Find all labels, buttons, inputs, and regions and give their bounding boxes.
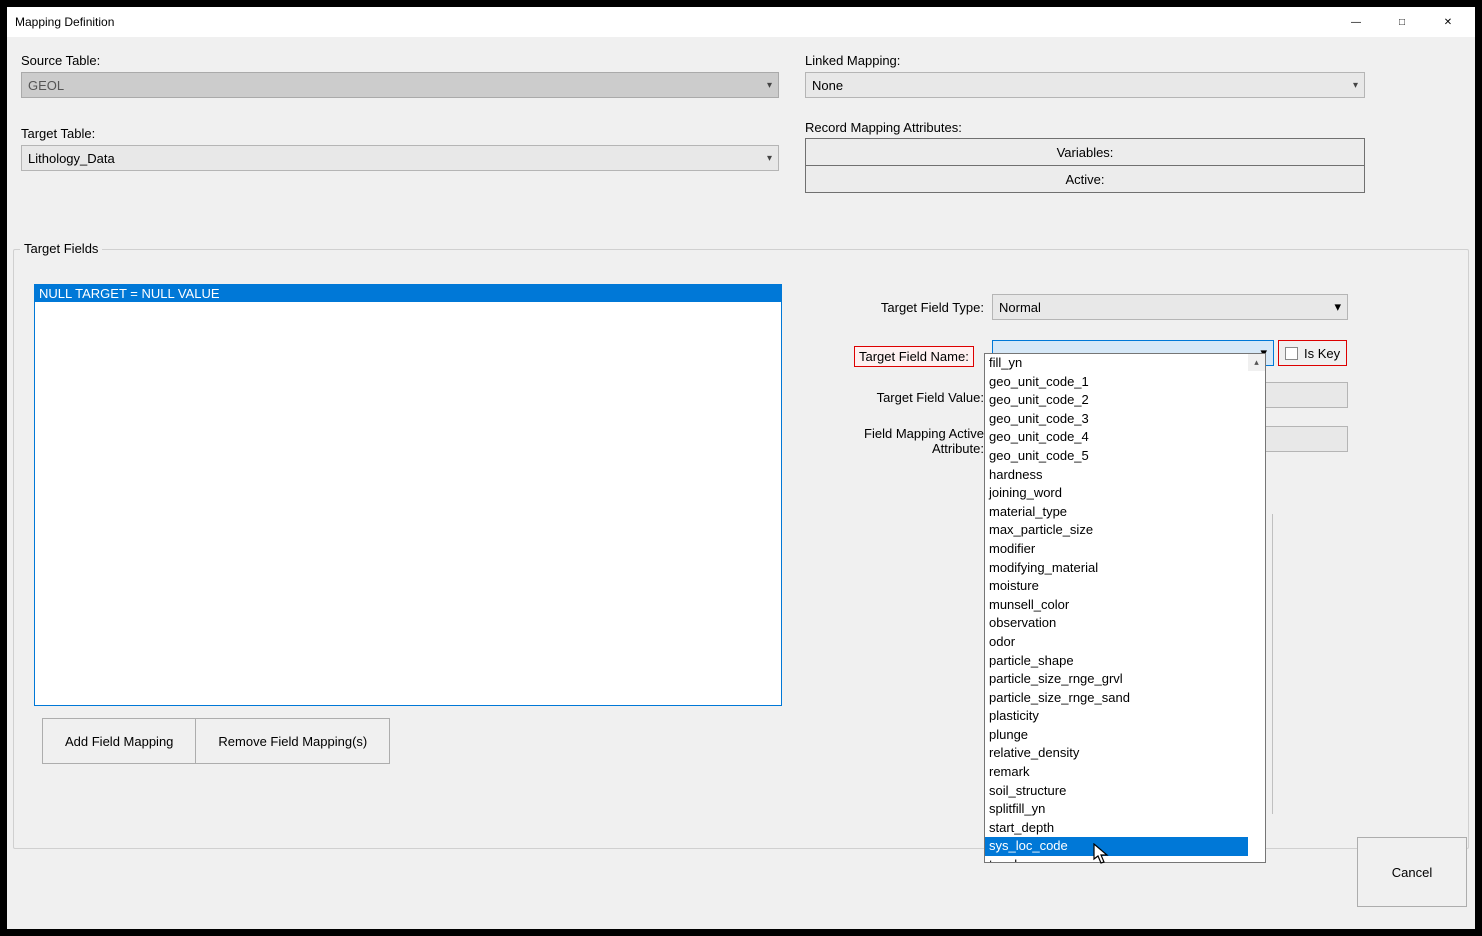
dropdown-option[interactable]: plunge <box>985 726 1248 745</box>
linked-mapping-panel: Linked Mapping: None ▾ Record Mapping At… <box>797 43 1373 237</box>
target-field-type-label: Target Field Type: <box>824 300 984 315</box>
dropdown-option[interactable]: geo_unit_code_5 <box>985 447 1248 466</box>
field-mapping-active-label: Field Mapping Active Attribute: <box>814 426 984 456</box>
target-field-type-select[interactable]: Normal ▾ <box>992 294 1348 320</box>
mapping-button-row: Add Field Mapping Remove Field Mapping(s… <box>42 718 390 764</box>
is-key-container[interactable]: Is Key <box>1278 340 1347 366</box>
minimize-button[interactable]: — <box>1333 7 1379 37</box>
field-mapping-listbox[interactable]: NULL TARGET = NULL VALUE <box>34 284 782 706</box>
dropdown-option[interactable]: geo_unit_code_1 <box>985 373 1248 392</box>
cancel-button[interactable]: Cancel <box>1357 837 1467 907</box>
dropdown-option[interactable]: geo_unit_code_3 <box>985 410 1248 429</box>
dropdown-option[interactable]: modifying_material <box>985 559 1248 578</box>
close-button[interactable]: ✕ <box>1425 7 1471 37</box>
dropdown-option[interactable]: fill_yn <box>985 354 1248 373</box>
dropdown-option[interactable]: modifier <box>985 540 1248 559</box>
cancel-label: Cancel <box>1392 865 1432 880</box>
dropdown-option[interactable]: soil_structure <box>985 782 1248 801</box>
target-table-value: Lithology_Data <box>28 151 115 166</box>
target-table-label: Target Table: <box>21 126 779 141</box>
linked-mapping-label: Linked Mapping: <box>805 53 1365 68</box>
dropdown-option[interactable]: particle_shape <box>985 652 1248 671</box>
dropdown-option[interactable]: joining_word <box>985 484 1248 503</box>
dropdown-option[interactable]: munsell_color <box>985 596 1248 615</box>
dropdown-option[interactable]: moisture <box>985 577 1248 596</box>
add-field-mapping-button[interactable]: Add Field Mapping <box>42 718 196 764</box>
record-mapping-attributes-label: Record Mapping Attributes: <box>805 120 1365 135</box>
target-fields-legend: Target Fields <box>20 241 102 256</box>
dropdown-option[interactable]: remark <box>985 763 1248 782</box>
dropdown-option[interactable]: geo_unit_code_4 <box>985 428 1248 447</box>
is-key-label: Is Key <box>1304 346 1340 361</box>
scroll-up-icon[interactable]: ▴ <box>1248 354 1265 371</box>
dropdown-option[interactable]: odor <box>985 633 1248 652</box>
variables-label: Variables: <box>1057 145 1114 160</box>
target-field-type-value: Normal <box>999 300 1041 315</box>
dropdown-option[interactable]: particle_size_rnge_sand <box>985 689 1248 708</box>
active-row[interactable]: Active: <box>805 165 1365 193</box>
dropdown-option[interactable]: start_depth <box>985 819 1248 838</box>
source-table-select: GEOL ▾ <box>21 72 779 98</box>
dropdown-option[interactable]: toughness <box>985 856 1248 863</box>
maximize-button[interactable]: □ <box>1379 7 1425 37</box>
dropdown-option[interactable]: material_type <box>985 503 1248 522</box>
dropdown-option[interactable]: particle_size_rnge_grvl <box>985 670 1248 689</box>
active-label: Active: <box>1065 172 1104 187</box>
dropdown-option[interactable]: hardness <box>985 466 1248 485</box>
source-table-label: Source Table: <box>21 53 779 68</box>
target-field-name-dropdown[interactable]: ▴ fill_yngeo_unit_code_1geo_unit_code_2g… <box>984 353 1266 863</box>
is-key-checkbox[interactable] <box>1285 347 1298 360</box>
dropdown-option[interactable]: geo_unit_code_2 <box>985 391 1248 410</box>
titlebar: Mapping Definition — □ ✕ <box>7 7 1475 37</box>
chevron-down-icon: ▾ <box>767 80 772 91</box>
window-title: Mapping Definition <box>15 15 1333 29</box>
variables-row[interactable]: Variables: <box>805 138 1365 166</box>
list-item[interactable]: NULL TARGET = NULL VALUE <box>35 285 781 302</box>
target-field-value-label: Target Field Value: <box>824 390 984 405</box>
linked-mapping-select[interactable]: None ▾ <box>805 72 1365 98</box>
dropdown-option[interactable]: observation <box>985 614 1248 633</box>
target-table-select[interactable]: Lithology_Data ▾ <box>21 145 779 171</box>
dropdown-option[interactable]: relative_density <box>985 744 1248 763</box>
chevron-down-icon: ▾ <box>767 153 772 164</box>
dropdown-option[interactable]: splitfill_yn <box>985 800 1248 819</box>
source-table-value: GEOL <box>28 78 64 93</box>
chevron-down-icon: ▾ <box>1334 299 1341 315</box>
chevron-down-icon: ▾ <box>1353 80 1358 91</box>
dropdown-option[interactable]: sys_loc_code <box>985 837 1248 856</box>
target-field-name-label: Target Field Name: <box>854 346 974 367</box>
remove-field-mapping-button[interactable]: Remove Field Mapping(s) <box>195 718 390 764</box>
dropdown-option[interactable]: max_particle_size <box>985 521 1248 540</box>
source-target-panel: Source Table: GEOL ▾ Target Table: Litho… <box>13 43 787 237</box>
dropdown-option[interactable]: plasticity <box>985 707 1248 726</box>
linked-mapping-value: None <box>812 78 843 93</box>
